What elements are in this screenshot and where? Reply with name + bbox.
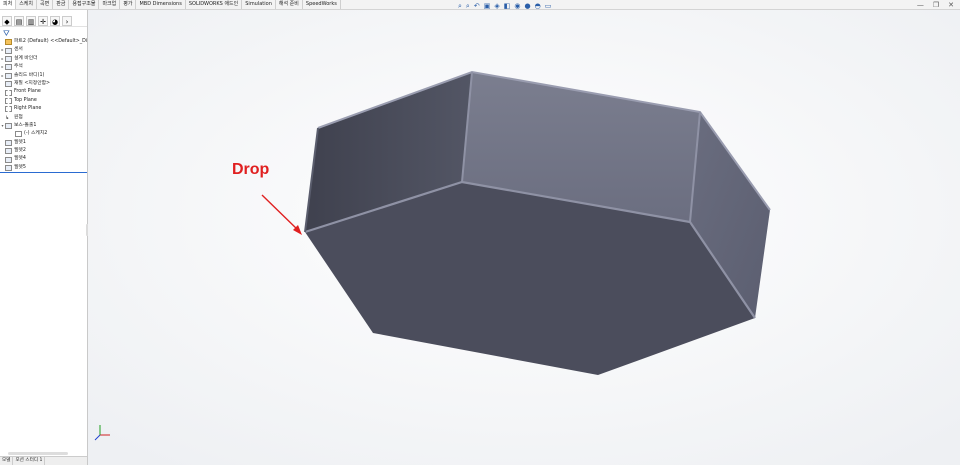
tree-item[interactable]: ▸ 솔리드 바디(1) xyxy=(0,72,87,80)
tree-item[interactable]: 재질 <지정안함> xyxy=(0,80,87,88)
tree-item-label: Front Plane xyxy=(14,89,41,95)
hide-show-icon[interactable]: ◉ xyxy=(514,2,520,10)
feature-icon xyxy=(5,156,12,163)
tree-item-label: 필렛1 xyxy=(14,139,26,145)
tree-item-label: 필렛4 xyxy=(14,156,26,162)
folder-icon xyxy=(5,72,12,79)
feature-manager-panel: ◆ ▤ ▥ ✛ ◕ › ⛛ 파트2 (Default) <<Default>_D… xyxy=(0,10,88,465)
command-tab[interactable]: SpeedWorks xyxy=(303,0,341,9)
origin-icon: ↳ xyxy=(5,114,10,121)
hexagonal-part-model[interactable] xyxy=(304,70,771,375)
command-tab[interactable]: 곡면 xyxy=(37,0,54,9)
feature-tree: 파트2 (Default) <<Default>_Display S ▸센서▸설… xyxy=(0,38,87,174)
tree-item[interactable]: ↳ 원점 xyxy=(0,114,87,122)
material-icon xyxy=(5,81,12,88)
tree-item[interactable]: ▸ 설계 바인더 xyxy=(0,55,87,63)
tree-item-label: Right Plane xyxy=(14,106,42,112)
previous-view-icon[interactable]: ↶ xyxy=(474,2,480,10)
command-tab[interactable]: 해석 준비 xyxy=(276,0,303,9)
bottom-tabs: 모델 모션 스터디 1 xyxy=(0,456,87,465)
tree-item-label: 원점 xyxy=(14,114,23,120)
minimize-icon[interactable]: — xyxy=(917,1,924,9)
tree-item[interactable]: 필렛2 xyxy=(0,147,87,155)
tree-item-label: Top Plane xyxy=(14,97,37,103)
command-tab[interactable]: 스케치 xyxy=(16,0,38,9)
plane-icon xyxy=(5,89,12,96)
dimxpert-tab-icon[interactable]: ✛ xyxy=(38,15,48,26)
feature-manager-tabs: ◆ ▤ ▥ ✛ ◕ › xyxy=(0,15,87,27)
tree-item[interactable]: Front Plane xyxy=(0,88,87,96)
window-controls: — ❐ ✕ xyxy=(917,0,954,9)
command-tab[interactable]: 판금 xyxy=(53,0,70,9)
command-tab[interactable]: 피처 xyxy=(0,0,17,9)
view-orientation-icon[interactable]: ◈ xyxy=(494,2,499,10)
command-tab[interactable]: 마크업 xyxy=(99,0,121,9)
command-tab[interactable]: 용접구조물 xyxy=(69,0,100,9)
tree-item[interactable]: ▸ 주석 xyxy=(0,63,87,71)
plane-icon xyxy=(5,106,12,113)
appearance-icon[interactable]: ● xyxy=(524,2,530,10)
tree-item-label: 센서 xyxy=(14,47,23,53)
command-tab[interactable]: 평가 xyxy=(120,0,137,9)
view-settings-icon[interactable]: ▭ xyxy=(545,2,552,10)
tree-item-label: 필렛5 xyxy=(14,164,26,170)
zoom-area-icon[interactable]: ⌕ xyxy=(466,2,470,10)
tree-item-label: 필렛2 xyxy=(14,148,26,154)
command-tab[interactable]: Simulation xyxy=(242,0,276,9)
tree-item[interactable]: (-) 스케치2 xyxy=(0,130,87,138)
zoom-to-fit-icon[interactable]: ⌕ xyxy=(458,2,462,10)
feature-icon xyxy=(5,165,12,172)
scene-icon[interactable]: ◓ xyxy=(535,2,541,10)
display-style-icon[interactable]: ◧ xyxy=(504,2,511,10)
tree-item[interactable]: ▸ 센서 xyxy=(0,46,87,54)
tree-item[interactable]: 필렛1 xyxy=(0,139,87,147)
tree-item-label: (-) 스케치2 xyxy=(24,131,48,137)
tree-item-label: 주석 xyxy=(14,64,23,70)
feature-tree-tab-icon[interactable]: ◆ xyxy=(2,15,12,26)
feature-icon xyxy=(5,123,12,130)
feature-icon xyxy=(5,148,12,155)
tree-item[interactable]: 필렛4 xyxy=(0,155,87,163)
tree-item-label: 재질 <지정안함> xyxy=(14,80,51,86)
more-tabs-icon[interactable]: › xyxy=(62,15,72,26)
tree-item[interactable]: Right Plane xyxy=(0,105,87,113)
command-tab[interactable]: MBD Dimensions xyxy=(136,0,186,9)
restore-icon[interactable]: ❐ xyxy=(933,1,939,9)
drop-annotation: Drop xyxy=(232,161,270,178)
section-view-icon[interactable]: ▣ xyxy=(484,2,491,10)
tab-motion-study[interactable]: 모션 스터디 1 xyxy=(13,457,46,465)
graphics-viewport[interactable] xyxy=(88,10,960,465)
close-icon[interactable]: ✕ xyxy=(948,1,954,9)
sketch-icon xyxy=(15,131,22,138)
tree-scrollbar[interactable] xyxy=(8,452,68,455)
heads-up-view-toolbar: ⌕ ⌕ ↶ ▣ ◈ ◧ ◉ ● ◓ ▭ xyxy=(458,1,551,10)
folder-icon xyxy=(5,47,12,54)
tree-item[interactable]: 필렛5 xyxy=(0,164,87,174)
plane-icon xyxy=(5,97,12,104)
folder-icon xyxy=(5,64,12,71)
tree-item-label: 설계 바인더 xyxy=(14,55,38,61)
tree-root-part[interactable]: 파트2 (Default) <<Default>_Display S xyxy=(0,38,87,46)
tree-item-label: 솔리드 바디(1) xyxy=(14,72,45,78)
folder-icon xyxy=(5,55,12,62)
part-icon xyxy=(5,39,12,46)
feature-icon xyxy=(5,139,12,146)
tree-item[interactable]: Top Plane xyxy=(0,97,87,105)
tree-item[interactable]: ▾ 보스-돌출1 xyxy=(0,122,87,130)
property-manager-tab-icon[interactable]: ▤ xyxy=(14,15,24,26)
tab-model[interactable]: 모델 xyxy=(0,457,14,465)
configuration-manager-tab-icon[interactable]: ▥ xyxy=(26,15,36,26)
command-tab[interactable]: SOLIDWORKS 애드인 xyxy=(186,0,243,9)
tree-item-label: 보스-돌출1 xyxy=(14,122,37,128)
display-manager-tab-icon[interactable]: ◕ xyxy=(50,15,60,26)
